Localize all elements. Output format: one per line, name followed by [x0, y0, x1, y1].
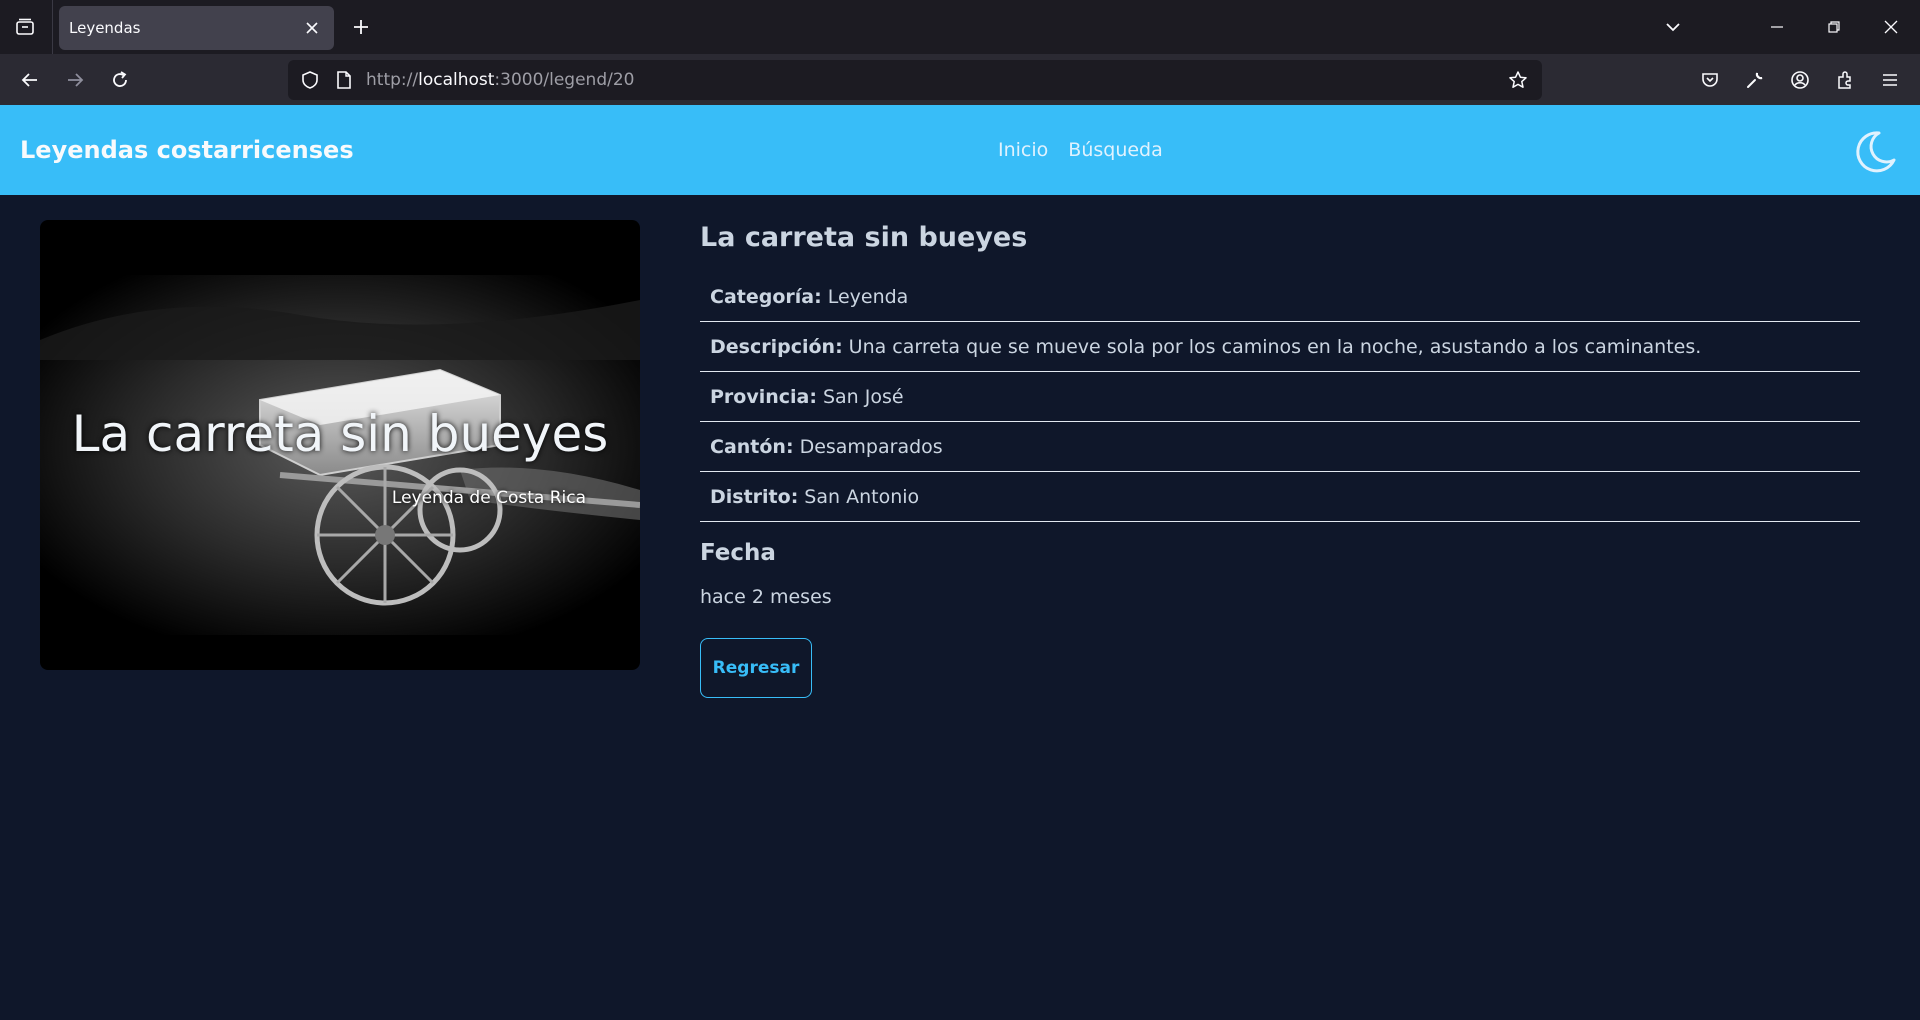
extensions-icon[interactable] [1829, 64, 1861, 96]
field-value: Una carreta que se mueve sola por los ca… [848, 335, 1702, 358]
field-label: Descripción: [710, 335, 843, 358]
legend-detail: La carreta sin bueyes Leyenda de Costa R… [0, 195, 1920, 1020]
field-value: San Antonio [804, 485, 920, 508]
field-value: San José [822, 385, 904, 408]
tabbar-separator [52, 0, 53, 54]
field-value: Leyenda [827, 285, 909, 308]
field-label: Cantón: [710, 435, 794, 458]
pocket-icon[interactable] [1694, 64, 1726, 96]
url-host: localhost [418, 70, 495, 90]
tab-overflow-chevron-icon[interactable] [1658, 12, 1688, 42]
minimize-icon[interactable] [1762, 12, 1792, 42]
account-icon[interactable] [1784, 64, 1816, 96]
app-menu-icon[interactable] [1874, 64, 1906, 96]
field-label: Categoría: [710, 285, 822, 308]
legend-details: La carreta sin bueyes Categoría: Leyenda… [700, 220, 1860, 698]
reload-icon[interactable] [104, 64, 136, 96]
field-value: Desamparados [799, 435, 943, 458]
page-info-icon[interactable] [332, 68, 356, 92]
wrench-icon[interactable] [1739, 64, 1771, 96]
tab-close-icon[interactable] [300, 16, 324, 40]
back-button[interactable]: Regresar [700, 638, 812, 698]
url-text[interactable]: http://localhost:3000/legend/20 [366, 70, 634, 90]
field-categoria: Categoría: Leyenda [700, 272, 1860, 322]
field-descripcion: Descripción: Una carreta que se mueve so… [700, 322, 1860, 372]
field-provincia: Provincia: San José [700, 372, 1860, 422]
menu-item-inicio[interactable]: Inicio [998, 139, 1048, 161]
new-tab-icon[interactable] [348, 14, 374, 40]
back-arrow-icon[interactable] [14, 64, 46, 96]
field-label: Provincia: [710, 385, 817, 408]
browser-tabbar: Leyendas [0, 0, 1920, 54]
url-bar[interactable]: http://localhost:3000/legend/20 [288, 60, 1542, 100]
date-heading: Fecha [700, 540, 776, 566]
browser-navbar: http://localhost:3000/legend/20 [0, 54, 1920, 105]
url-prefix: http:// [366, 70, 419, 90]
theme-toggle-moon-icon[interactable] [1850, 127, 1900, 177]
site-brand[interactable]: Leyendas costarricenses [20, 105, 354, 195]
field-canton: Cantón: Desamparados [700, 422, 1860, 472]
legend-image: La carreta sin bueyes Leyenda de Costa R… [40, 220, 640, 670]
forward-arrow-icon[interactable] [59, 64, 91, 96]
main-menu: Inicio Búsqueda [998, 105, 1163, 195]
tab-list-icon[interactable] [10, 12, 40, 42]
restore-icon[interactable] [1819, 12, 1849, 42]
close-window-icon[interactable] [1876, 12, 1906, 42]
field-label: Distrito: [710, 485, 799, 508]
legend-image-subtitle: Leyenda de Costa Rica [391, 488, 586, 508]
menu-item-busqueda[interactable]: Búsqueda [1068, 139, 1162, 161]
shield-icon[interactable] [298, 68, 322, 92]
legend-title: La carreta sin bueyes [700, 222, 1028, 253]
tab-title: Leyendas [69, 19, 141, 37]
legend-image-title: La carreta sin bueyes [71, 405, 609, 463]
url-path: :3000/legend/20 [494, 70, 635, 90]
browser-tab-active[interactable]: Leyendas [59, 6, 334, 50]
field-distrito: Distrito: San Antonio [700, 472, 1860, 522]
date-value: hace 2 meses [700, 586, 832, 608]
bookmark-star-icon[interactable] [1506, 68, 1530, 92]
site-header: Leyendas costarricenses Inicio Búsqueda [0, 105, 1920, 195]
